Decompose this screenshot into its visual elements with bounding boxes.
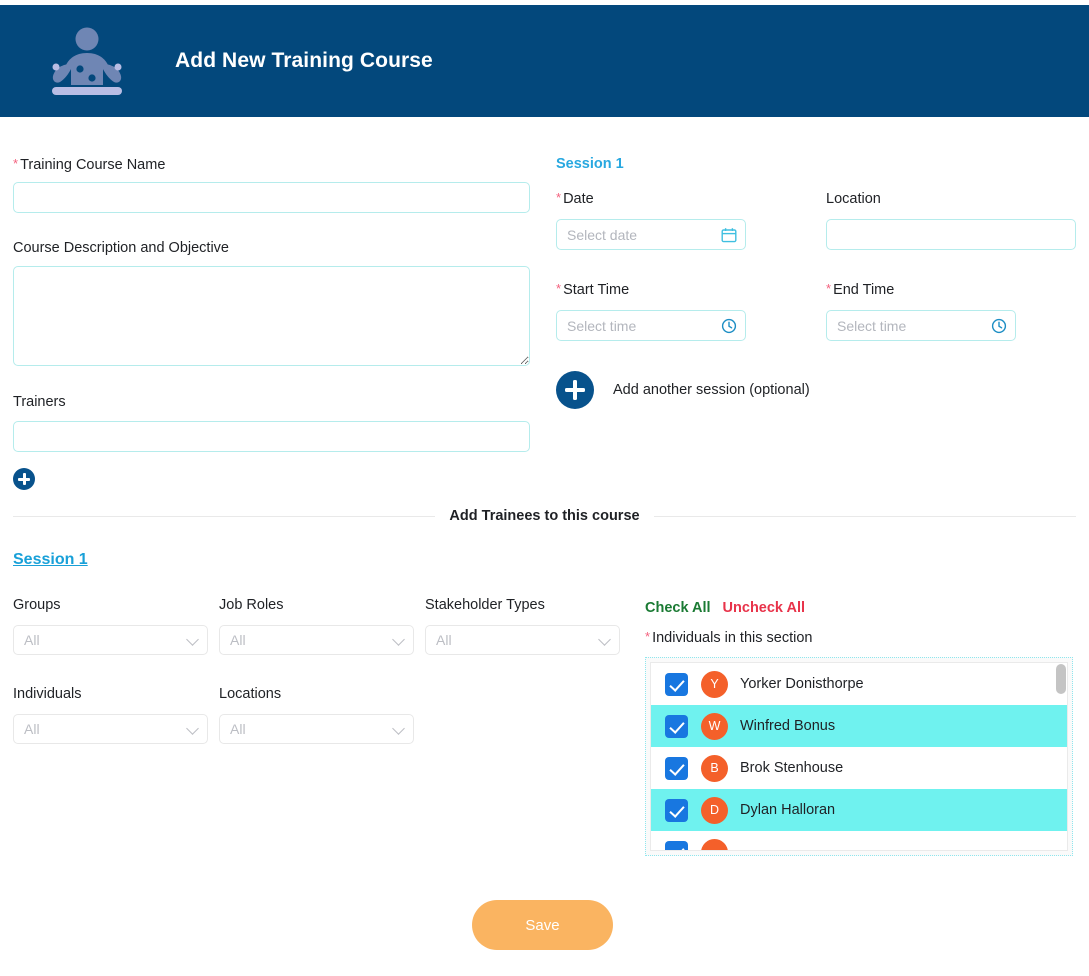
course-description-textarea[interactable]	[13, 266, 530, 366]
job-roles-value: All	[230, 632, 246, 648]
stakeholder-types-value: All	[436, 632, 452, 648]
filter-locations: Locations All	[219, 685, 414, 744]
required-asterisk: *	[645, 629, 651, 644]
session-1-link[interactable]: Session 1	[13, 551, 88, 569]
divider-line-left	[13, 515, 436, 517]
required-asterisk: *	[13, 156, 19, 171]
individuals-in-section-label: * Individuals in this section	[645, 629, 813, 646]
start-time-field-group: * Start Time	[556, 281, 746, 341]
individual-list-item-partial[interactable]	[651, 831, 1067, 850]
individual-name: Brok Stenhouse	[740, 760, 844, 776]
start-time-label: * Start Time	[556, 281, 630, 298]
individuals-list-container: Y Yorker Donisthorpe W Winfred Bonus B Brok S…	[645, 657, 1073, 856]
trainers-label: Trainers	[13, 394, 66, 410]
individuals-value: All	[24, 721, 40, 737]
individual-list-item[interactable]: B Brok Stenhouse	[651, 747, 1067, 789]
individual-checkbox[interactable]	[665, 756, 688, 780]
chevron-down-icon	[392, 722, 405, 735]
individual-checkbox[interactable]	[665, 798, 688, 822]
individual-checkbox[interactable]	[665, 714, 688, 738]
add-trainer-plus-icon[interactable]	[13, 468, 35, 490]
avatar: B	[701, 754, 728, 782]
filter-job-roles: Job Roles All	[219, 596, 414, 655]
trainer-person-icon	[45, 26, 129, 96]
session-heading: Session 1	[556, 156, 624, 172]
save-button[interactable]: Save	[472, 900, 613, 950]
chevron-down-icon	[392, 633, 405, 646]
add-another-session-row[interactable]: Add another session (optional)	[556, 371, 1076, 409]
date-field-group: * Date	[556, 190, 746, 250]
filter-row-2: Individuals All Locations All	[13, 685, 631, 744]
individuals-filter-label: Individuals	[13, 686, 82, 702]
add-trainees-divider: Add Trainees to this course	[13, 508, 1077, 524]
session-column: Session 1 * Date Select date Location * …	[556, 156, 1076, 409]
locations-select[interactable]: All	[219, 714, 414, 744]
add-session-label: Add another session (optional)	[613, 382, 810, 398]
chevron-down-icon	[598, 633, 611, 646]
end-time-label: * End Time	[826, 281, 895, 298]
job-roles-select[interactable]: All	[219, 625, 414, 655]
individuals-list[interactable]: Y Yorker Donisthorpe W Winfred Bonus B Brok S…	[650, 662, 1068, 851]
individual-list-item[interactable]: Y Yorker Donisthorpe	[651, 663, 1067, 705]
individuals-scrollbar[interactable]	[1056, 664, 1066, 851]
required-asterisk: *	[826, 281, 832, 296]
page-title: Add New Training Course	[175, 49, 433, 72]
add-session-plus-icon[interactable]	[556, 371, 594, 409]
individual-name: Dylan Halloran	[740, 802, 836, 818]
job-roles-label: Job Roles	[219, 597, 284, 613]
location-label: Location	[826, 191, 881, 207]
add-training-course-page: Add New Training Course * Training Course…	[0, 0, 1089, 976]
uncheck-all-button[interactable]: Uncheck All	[723, 600, 805, 616]
date-input[interactable]	[556, 219, 746, 250]
groups-select[interactable]: All	[13, 625, 208, 655]
add-trainees-title: Add Trainees to this course	[449, 508, 640, 524]
divider-line-right	[653, 515, 1077, 517]
end-time-input[interactable]	[826, 310, 1016, 341]
individual-name: Yorker Donisthorpe	[740, 676, 864, 692]
avatar: Y	[701, 670, 728, 698]
filter-groups: Groups All	[13, 596, 208, 655]
chevron-down-icon	[186, 633, 199, 646]
date-label: * Date	[556, 190, 594, 207]
groups-value: All	[24, 632, 40, 648]
course-details-column: * Training Course Name Course Description…	[13, 156, 530, 495]
individuals-panel: Check All Uncheck All * Individuals in th…	[645, 600, 1073, 856]
chevron-down-icon	[186, 722, 199, 735]
avatar: W	[701, 712, 728, 740]
location-input[interactable]	[826, 219, 1076, 250]
location-field-group: Location	[826, 190, 1076, 250]
individual-checkbox[interactable]	[665, 672, 688, 696]
groups-label: Groups	[13, 597, 61, 613]
trainee-filters: Groups All Job Roles All Stakeholder Typ…	[13, 596, 631, 744]
individual-list-item[interactable]: W Winfred Bonus	[651, 705, 1067, 747]
course-name-label: * Training Course Name	[13, 156, 166, 173]
avatar	[701, 838, 728, 850]
stakeholder-types-select[interactable]: All	[425, 625, 620, 655]
check-all-button[interactable]: Check All	[645, 600, 711, 616]
trainers-input[interactable]	[13, 421, 530, 452]
individual-checkbox[interactable]	[665, 840, 688, 850]
individuals-select[interactable]: All	[13, 714, 208, 744]
page-header: Add New Training Course	[0, 5, 1089, 117]
stakeholder-types-label: Stakeholder Types	[425, 597, 545, 613]
scrollbar-thumb[interactable]	[1056, 664, 1066, 694]
filter-row-1: Groups All Job Roles All Stakeholder Typ…	[13, 596, 631, 655]
individual-name: Winfred Bonus	[740, 718, 836, 734]
filter-individuals: Individuals All	[13, 685, 208, 744]
start-time-input[interactable]	[556, 310, 746, 341]
avatar: D	[701, 796, 728, 824]
individual-list-item[interactable]: D Dylan Halloran	[651, 789, 1067, 831]
course-name-input[interactable]	[13, 182, 530, 213]
locations-value: All	[230, 721, 246, 737]
course-description-label: Course Description and Objective	[13, 240, 229, 256]
check-actions: Check All Uncheck All	[645, 600, 1073, 616]
required-asterisk: *	[556, 281, 562, 296]
end-time-field-group: * End Time	[826, 281, 1076, 341]
locations-label: Locations	[219, 686, 282, 702]
filter-stakeholder-types: Stakeholder Types All	[425, 596, 620, 655]
required-asterisk: *	[556, 190, 562, 205]
